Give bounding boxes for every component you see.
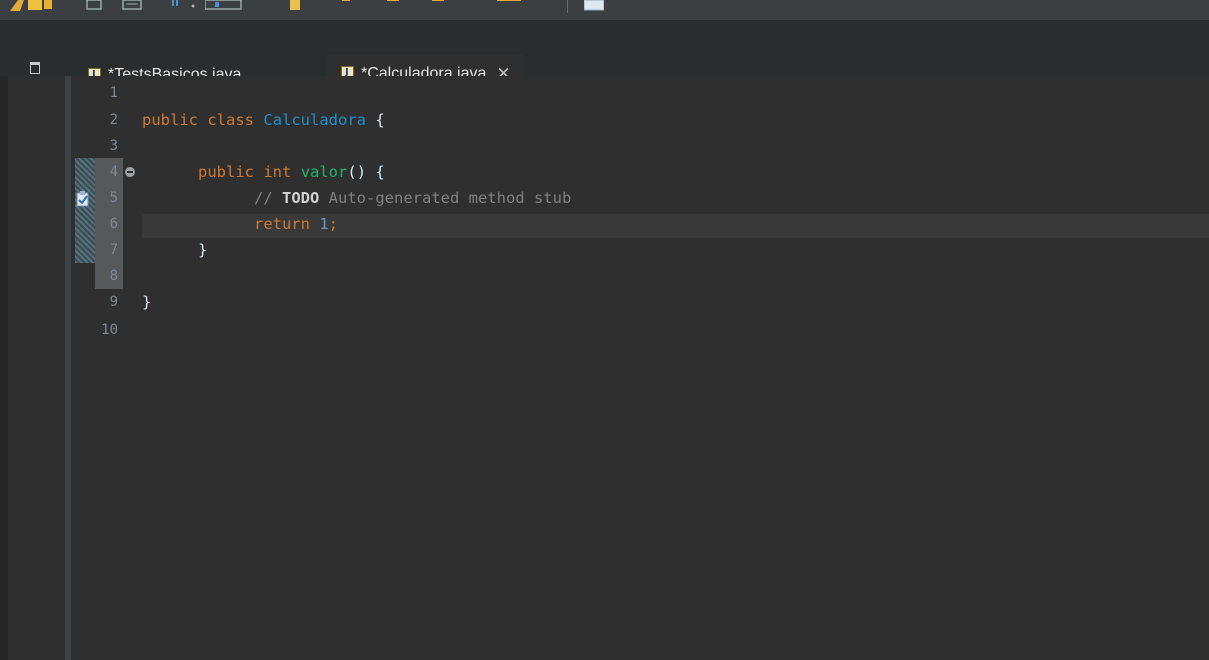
punctuation: () { xyxy=(347,163,385,181)
ruler-separator xyxy=(65,76,71,660)
console-icon[interactable] xyxy=(122,0,142,11)
line-number: 7 xyxy=(109,242,118,258)
history-forward-icon[interactable] xyxy=(495,0,525,11)
line-number: 10 xyxy=(101,322,118,338)
line-number: 6 xyxy=(109,216,118,232)
task-marker-icon[interactable] xyxy=(75,190,91,208)
fold-collapse-icon[interactable] xyxy=(125,167,135,177)
code-line-4[interactable]: public int valor() { xyxy=(142,159,385,185)
annotation-icon[interactable] xyxy=(290,0,300,11)
brace: } xyxy=(198,241,208,259)
toggle-mark-icon[interactable] xyxy=(170,0,180,11)
toolbar-separator xyxy=(567,0,568,13)
keyword: public xyxy=(142,111,198,129)
code-line-7[interactable]: } xyxy=(142,237,207,263)
brace: { xyxy=(375,111,385,129)
keyword: class xyxy=(207,111,255,129)
change-marker xyxy=(75,158,95,263)
dropdown-icon[interactable] xyxy=(190,0,196,11)
outline-icon[interactable] xyxy=(205,0,243,11)
minimize-icon[interactable] xyxy=(30,62,40,74)
todo-tag: TODO xyxy=(282,189,320,207)
code-line-6[interactable]: return 1; xyxy=(142,211,338,237)
code-line-5[interactable]: // TODO Auto-generated method stub xyxy=(142,185,571,211)
comment-text: Auto-generated method stub xyxy=(328,189,572,207)
open-type-icon[interactable] xyxy=(86,0,102,11)
line-number: 1 xyxy=(109,85,118,101)
semicolon: ; xyxy=(328,215,339,233)
left-panel-edge xyxy=(0,76,8,660)
keyword: return xyxy=(253,215,310,233)
keyword: public xyxy=(198,163,254,181)
pin-editor-icon[interactable] xyxy=(584,0,604,11)
line-number: 3 xyxy=(109,138,118,154)
line-number: 9 xyxy=(109,294,118,310)
method-name: valor xyxy=(300,163,348,181)
number-literal: 1 xyxy=(319,215,329,233)
toolbar xyxy=(0,0,1209,20)
code-line-2[interactable]: public class Calculadora { xyxy=(142,107,385,133)
line-number: 5 xyxy=(109,190,118,206)
class-name: Calculadora xyxy=(263,111,367,129)
line-number: 8 xyxy=(109,268,118,284)
back-arrow-icon[interactable] xyxy=(340,0,360,11)
forward-arrow-icon[interactable] xyxy=(385,0,405,11)
line-number: 2 xyxy=(109,112,118,128)
new-folder-icon[interactable] xyxy=(10,0,52,11)
code-editor[interactable]: 1 2 3 4 5 6 7 8 9 10 public class Calcul… xyxy=(0,76,1209,660)
editor-tab-bar: *TestsBasicos.java *Calculadora.java ✕ xyxy=(0,20,1209,96)
keyword: int xyxy=(263,163,292,181)
history-back-icon[interactable] xyxy=(430,0,450,11)
line-number: 4 xyxy=(109,164,118,180)
brace: } xyxy=(142,293,152,311)
code-line-9[interactable]: } xyxy=(142,289,151,315)
comment-slashes: // xyxy=(253,189,273,207)
